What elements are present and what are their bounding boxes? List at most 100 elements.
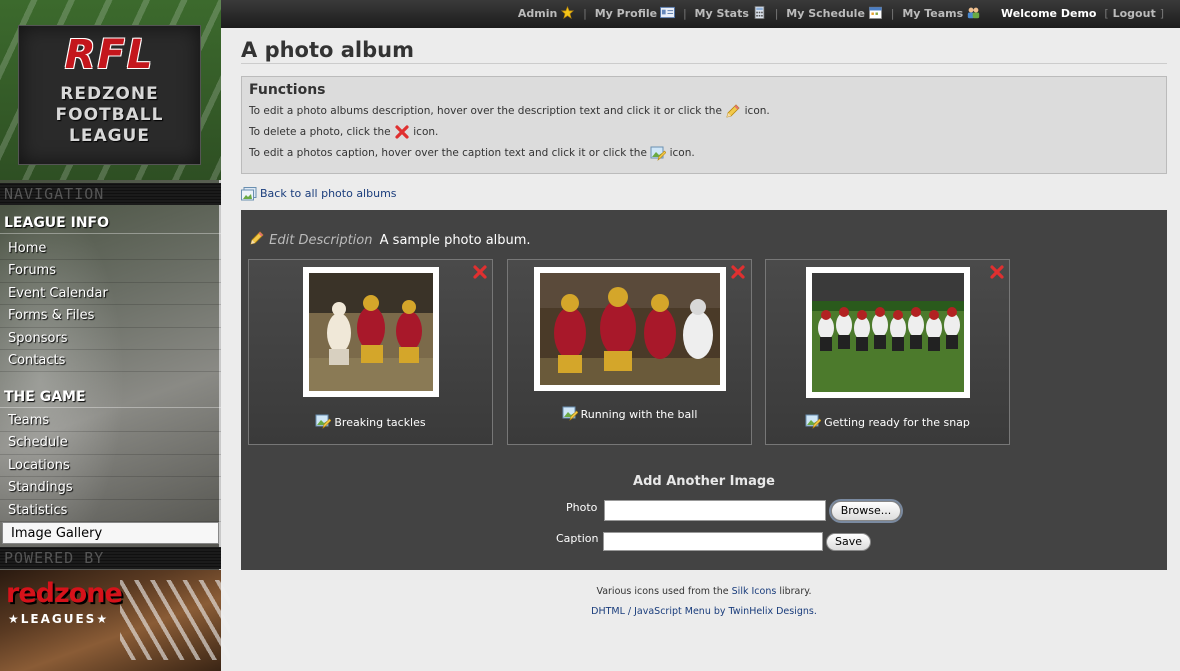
sidebar-item-home[interactable]: Home (0, 238, 221, 261)
delete-x-icon (395, 125, 409, 139)
sidebar-item-sponsors[interactable]: Sponsors (0, 328, 221, 350)
football-laces-decoration (120, 580, 230, 660)
album-panel: Edit Description A sample photo album. B… (241, 210, 1167, 570)
vcard-icon (660, 6, 676, 19)
logout-bracket-close: ] (1159, 7, 1164, 20)
sidebar-item-image-gallery[interactable]: Image Gallery (2, 521, 219, 545)
sidebar-item-forums[interactable]: Forums (0, 260, 221, 283)
delete-photo-button[interactable] (989, 264, 1005, 280)
my-stats-label: My Stats (694, 7, 749, 20)
edit-description-link[interactable]: Edit Description (269, 233, 372, 248)
photo-caption[interactable]: Breaking tackles (249, 413, 492, 429)
picture-edit-icon[interactable] (562, 405, 578, 421)
func-line3-suffix: icon. (669, 147, 695, 159)
photo-card: Breaking tackles (248, 259, 493, 445)
redzone-brand: redzone (6, 578, 123, 609)
separator: | (682, 7, 687, 20)
delete-photo-button[interactable] (730, 264, 746, 280)
album-description[interactable]: Edit Description A sample photo album. (249, 230, 531, 248)
league-logo[interactable]: RFL REDZONE FOOTBALL LEAGUE (18, 25, 201, 165)
caption-input[interactable] (603, 532, 823, 551)
func-line1-suffix: icon. (744, 105, 770, 117)
func-line2-suffix: icon. (413, 126, 439, 138)
album-description-text[interactable]: A sample photo album. (380, 233, 531, 248)
main-content: A photo album Functions To edit a photo … (241, 28, 1167, 570)
photo-caption-text[interactable]: Getting ready for the snap (824, 416, 970, 429)
redzone-leagues-logo[interactable]: redzone ★LEAGUES★ (0, 570, 230, 671)
back-to-albums-link[interactable]: Back to all photo albums (241, 186, 1167, 202)
my-teams-label: My Teams (902, 7, 964, 20)
sidebar-item-event-calendar[interactable]: Event Calendar (0, 283, 221, 306)
picture-edit-icon[interactable] (315, 413, 332, 429)
photo-getting-ready-for-snap (812, 273, 964, 392)
footer-line1-suffix: library. (779, 586, 812, 597)
function-line-edit-description: To edit a photo albums description, hove… (249, 101, 1159, 122)
photo-caption-text[interactable]: Breaking tackles (334, 416, 425, 429)
footer: Various icons used from the Silk Icons l… (241, 582, 1167, 622)
page-title: A photo album (241, 28, 1167, 64)
photo-caption[interactable]: Getting ready for the snap (766, 413, 1009, 429)
sidebar-item-standings[interactable]: Standings (0, 477, 221, 500)
my-schedule-label: My Schedule (786, 7, 865, 20)
footer-line1-text: Various icons used from the (596, 586, 729, 597)
powered-by-header: POWERED BY (0, 547, 221, 569)
sidebar-item-teams[interactable]: Teams (0, 410, 221, 433)
sidebar-item-contacts[interactable]: Contacts (0, 350, 221, 373)
sidebar-item-schedule[interactable]: Schedule (0, 432, 221, 455)
my-profile-link[interactable]: My Profile (594, 6, 676, 20)
pencil-icon (726, 104, 740, 118)
footer-credits-menu: DHTML / JavaScript Menu by TwinHelix Des… (241, 602, 1167, 622)
func-line1-text: To edit a photo albums description, hove… (249, 105, 722, 117)
photo-thumbnail[interactable] (806, 267, 970, 398)
my-schedule-link[interactable]: My Schedule (786, 6, 883, 20)
add-image-title: Add Another Image (633, 474, 775, 489)
logout-bracket-open: [ (1104, 7, 1109, 20)
logo-line-2: FOOTBALL (55, 105, 164, 125)
navigation-header: NAVIGATION (0, 183, 221, 205)
photo-card: Running with the ball (507, 259, 752, 445)
sidebar: RFL REDZONE FOOTBALL LEAGUE NAVIGATION L… (0, 0, 230, 671)
logo-line-1: REDZONE (60, 84, 159, 104)
sidebar-item-locations[interactable]: Locations (0, 455, 221, 478)
the-game-section: THE GAME Teams Schedule Locations Standi… (0, 386, 221, 545)
function-line-edit-caption: To edit a photos caption, hover over the… (249, 143, 1159, 164)
calculator-icon (754, 6, 765, 19)
separator: | (774, 7, 779, 20)
admin-link[interactable]: Admin (518, 6, 575, 20)
my-profile-label: My Profile (594, 7, 658, 20)
caption-label: Caption (556, 532, 599, 545)
photo-album-icon (241, 187, 257, 201)
functions-box: Functions To edit a photo albums descrip… (241, 76, 1167, 174)
logo-abbr: RFL (64, 32, 155, 78)
top-bar: Admin | My Profile | My Stats | My Sched… (221, 0, 1180, 28)
picture-edit-icon[interactable] (805, 413, 822, 429)
func-line3-text: To edit a photos caption, hover over the… (249, 147, 647, 159)
photo-card: Getting ready for the snap (765, 259, 1010, 445)
twinhelix-link[interactable]: DHTML / JavaScript Menu by TwinHelix Des… (591, 606, 817, 617)
back-link-label: Back to all photo albums (260, 187, 397, 200)
my-stats-link[interactable]: My Stats (694, 6, 767, 20)
photo-thumbnail[interactable] (534, 267, 726, 391)
logo-text: REDZONE FOOTBALL LEAGUE (19, 84, 200, 147)
league-info-section: LEAGUE INFO Home Forums Event Calendar F… (0, 212, 221, 373)
league-info-title: LEAGUE INFO (0, 212, 221, 234)
save-button[interactable]: Save (826, 533, 871, 551)
delete-photo-button[interactable] (472, 264, 488, 280)
separator: | (583, 7, 587, 20)
silk-icons-link[interactable]: Silk Icons (732, 586, 777, 597)
browse-button[interactable]: Browse... (831, 501, 901, 521)
functions-title: Functions (249, 82, 326, 98)
picture-edit-icon (650, 146, 667, 161)
pencil-icon[interactable] (249, 230, 265, 246)
sidebar-item-forms-files[interactable]: Forms & Files (0, 305, 221, 328)
photo-caption-text[interactable]: Running with the ball (581, 408, 698, 421)
photo-caption[interactable]: Running with the ball (508, 405, 751, 421)
photo-thumbnail[interactable] (303, 267, 439, 397)
logout-link[interactable]: Logout (1113, 7, 1156, 20)
my-teams-link[interactable]: My Teams (902, 7, 981, 20)
sidebar-item-statistics[interactable]: Statistics (0, 500, 221, 522)
group-icon (968, 7, 980, 19)
top-links: Admin | My Profile | My Stats | My Sched… (518, 6, 1168, 20)
the-game-title: THE GAME (0, 386, 221, 408)
photo-file-input[interactable] (604, 500, 826, 521)
